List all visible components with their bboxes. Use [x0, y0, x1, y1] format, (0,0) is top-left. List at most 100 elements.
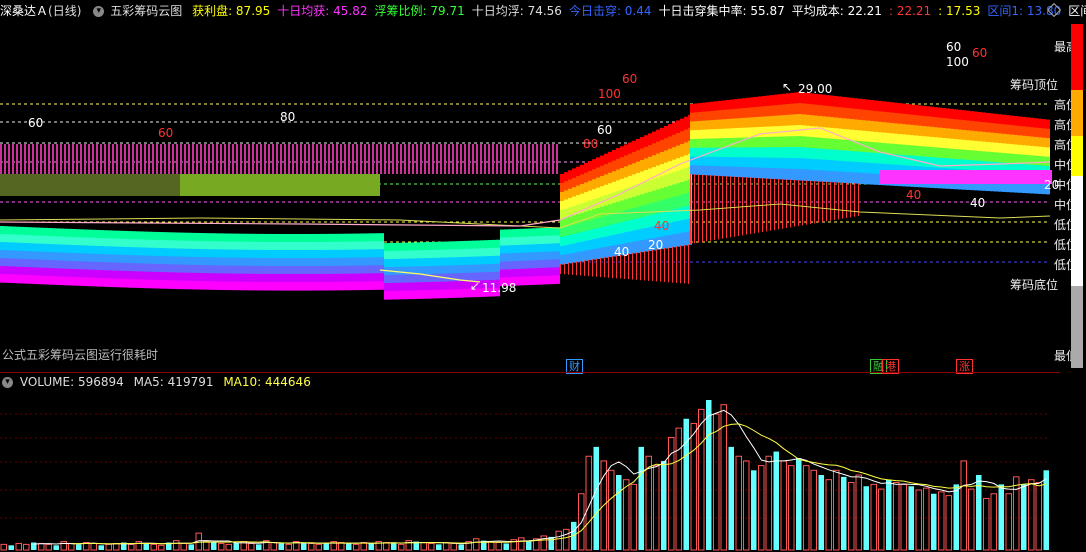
chip-cell [104, 238, 108, 247]
indicator-name[interactable]: 五彩筹码云图 [110, 4, 182, 18]
chip-cell [954, 158, 958, 170]
chip-cell [448, 257, 452, 267]
chip-bar [536, 144, 538, 174]
chip-bar [556, 144, 558, 174]
chip-cell [448, 265, 452, 275]
chip-bar [300, 174, 304, 196]
chip-cell [72, 261, 76, 270]
chip-cell [914, 135, 918, 147]
volume-bar [803, 465, 810, 551]
chip-cell [120, 278, 124, 288]
chip-cell [1032, 170, 1036, 184]
chip-cell [754, 137, 758, 148]
chip-cell [926, 136, 930, 148]
chip-bar [112, 174, 116, 196]
chip-cell [846, 97, 850, 109]
chip-cell [136, 271, 140, 280]
chip-cell [436, 281, 440, 291]
chip-cell [730, 118, 734, 129]
chip-cell [950, 138, 954, 150]
chip-cell [380, 233, 384, 242]
volume-chart[interactable] [0, 390, 1060, 552]
volume-bar [1043, 470, 1049, 550]
chip-cell [76, 269, 80, 278]
chip-bar [32, 174, 36, 196]
chip-cell [24, 275, 28, 284]
chip-cell [664, 126, 668, 139]
chip-cell [584, 250, 588, 261]
chip-cell [576, 185, 580, 196]
chip-cell [918, 115, 922, 127]
chip-cell [300, 281, 304, 291]
chip-cell [600, 216, 604, 228]
chip-cell [444, 257, 448, 267]
chip-bar [180, 174, 184, 196]
chip-cell [4, 250, 8, 259]
chip-cell [208, 265, 212, 274]
chip-bar [528, 144, 530, 174]
chip-cell [934, 147, 938, 158]
chip-cell [548, 251, 552, 261]
chip-cell [862, 120, 866, 132]
chip-cell [934, 137, 938, 148]
chip-cell [794, 147, 798, 159]
chip-cell [128, 279, 132, 288]
chip-cell [540, 235, 544, 245]
chip-cell [652, 143, 656, 156]
chip-cell [64, 244, 68, 254]
chip-cell [706, 120, 710, 131]
chip-cell [608, 235, 612, 247]
chip-cell [444, 241, 448, 251]
chip-cell [516, 276, 520, 286]
volume-bar [98, 545, 104, 550]
chip-cell [858, 172, 862, 184]
chip-cell [372, 257, 376, 266]
chip-cell [584, 192, 588, 203]
chip-cell [612, 160, 616, 172]
chip-tick [822, 181, 823, 222]
chip-cell [180, 280, 184, 290]
chip-cell [8, 274, 12, 283]
stock-name[interactable]: 深桑达Ａ [0, 4, 48, 18]
chip-tick [802, 180, 803, 226]
chip-cell [304, 273, 308, 283]
chip-cell [592, 189, 596, 200]
chip-bar [28, 144, 30, 174]
chip-tick [576, 261, 577, 276]
volume-bar [548, 536, 554, 550]
chevron-down-icon[interactable]: ▾ [2, 377, 13, 388]
chip-cell [690, 165, 694, 175]
chevron-down-icon[interactable]: ▾ [93, 6, 105, 17]
volume-bar [900, 483, 907, 551]
chip-cell [456, 241, 460, 250]
chip-tick [730, 176, 731, 238]
chip-bar [128, 144, 130, 174]
vertical-scrollbar[interactable] [1071, 24, 1083, 368]
chip-cell [308, 241, 312, 251]
chip-cell [568, 198, 572, 208]
chip-cell [404, 290, 408, 300]
chip-cell [76, 229, 80, 238]
chip-cell [80, 229, 84, 238]
pane-divider[interactable] [0, 372, 1060, 373]
chip-cell [204, 233, 208, 242]
chip-cell [1010, 134, 1014, 145]
chip-cell [344, 233, 348, 243]
chip-cell [802, 114, 806, 126]
chip-cell [512, 261, 516, 270]
annot-40-white: 40 [970, 196, 986, 210]
chip-cell [968, 170, 972, 184]
chip-cell [268, 241, 272, 251]
price-chart[interactable] [0, 24, 1060, 372]
chip-bar [364, 174, 368, 196]
chip-cell [854, 108, 858, 121]
chip-cell [684, 206, 688, 220]
chip-bar [180, 144, 182, 174]
chip-cell [64, 260, 68, 270]
chip-cell [842, 107, 846, 119]
chip-cell [260, 249, 264, 259]
chip-cell [288, 265, 292, 275]
chip-cell [636, 229, 640, 242]
volume-bar [38, 542, 45, 551]
chip-cell [8, 226, 12, 235]
